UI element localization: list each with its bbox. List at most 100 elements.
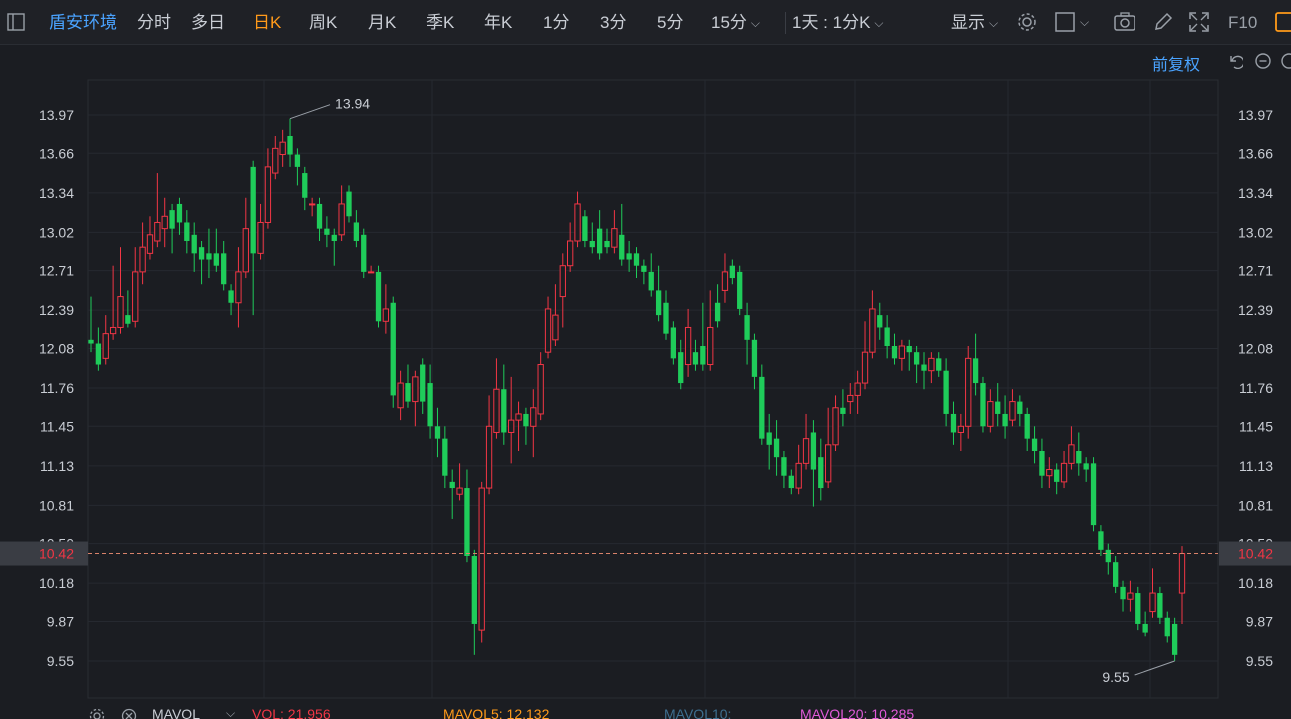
- candle-body-down: [1171, 623, 1178, 655]
- candle-body-down: [420, 364, 426, 402]
- candle-body-up: [1149, 592, 1156, 613]
- candle-body-up: [957, 425, 965, 433]
- candle-body-down: [663, 302, 669, 334]
- candle-body-up: [367, 271, 375, 274]
- candle-body-up: [1068, 444, 1075, 464]
- candle-body-up: [707, 326, 714, 366]
- price-tick-right: 11.13: [1239, 458, 1273, 474]
- high-marker-line: [289, 104, 331, 120]
- price-tick-right: 12.39: [1238, 302, 1273, 318]
- candle-body-up: [530, 407, 537, 427]
- candle-body-up: [898, 345, 906, 359]
- candle-body-down: [324, 228, 330, 235]
- candle-body-down: [737, 271, 743, 309]
- candle-body-down: [1090, 463, 1097, 526]
- candle-body-up: [308, 203, 316, 206]
- candle-body-down: [169, 210, 175, 229]
- candle-body-down: [877, 315, 883, 328]
- current-price-tag: 10.42: [39, 546, 74, 562]
- candle-body-down: [1017, 401, 1023, 414]
- price-tick-left: 10.81: [39, 497, 74, 513]
- candle-body-up: [508, 419, 515, 433]
- candle-body-down: [434, 426, 441, 439]
- mavol-label[interactable]: MAVOL: [152, 706, 200, 719]
- candle-body-down: [95, 343, 102, 365]
- candle-body-down: [619, 234, 625, 260]
- candle-body-up: [109, 326, 117, 335]
- candle-body-down: [1135, 593, 1141, 624]
- candle-body-down: [390, 302, 396, 396]
- candle-body-up: [485, 425, 493, 489]
- candle-body-down: [972, 358, 979, 384]
- candle-body-down: [700, 346, 706, 365]
- candle-body-up: [965, 357, 972, 427]
- candle-body-down: [191, 234, 197, 254]
- mavol10-value: MAVOL10:: [664, 706, 732, 719]
- price-tick-right: 9.55: [1246, 653, 1273, 669]
- candle-body-down: [744, 315, 750, 340]
- candle-body-down: [1113, 562, 1119, 587]
- candle-body-down: [714, 302, 721, 322]
- close-circle-icon[interactable]: [121, 708, 137, 719]
- candle-body-up: [154, 221, 161, 242]
- candle-body-up: [1127, 592, 1134, 600]
- candle-body-down: [1024, 413, 1030, 439]
- candle-body-down: [943, 370, 949, 414]
- candle-body-up: [544, 308, 552, 353]
- candle-body-down: [884, 327, 890, 346]
- candle-body-down: [294, 154, 301, 167]
- candle-body-up: [338, 203, 345, 236]
- candle-body-up: [235, 271, 242, 304]
- candle-body-up: [721, 271, 729, 291]
- candle-body-up: [272, 147, 279, 174]
- price-tick-left: 13.66: [39, 145, 74, 161]
- candle-body-up: [264, 166, 272, 223]
- price-tick-right: 13.66: [1238, 145, 1273, 161]
- price-tick-right: 13.34: [1238, 185, 1273, 201]
- candle-body-down: [1164, 617, 1170, 637]
- candle-body-up: [257, 221, 264, 254]
- price-axis-left: 13.97 13.66 13.34 13.02 12.71 12.39 12.08 11.76…: [39, 107, 74, 669]
- candle-body-up: [611, 228, 618, 248]
- candle-body-down: [604, 241, 610, 248]
- candle-body-up: [854, 382, 861, 396]
- candle-body-down: [198, 247, 205, 260]
- chevron-down-icon[interactable]: ⌵: [226, 706, 235, 719]
- candle-body-down: [840, 407, 846, 414]
- candle-body-up: [242, 228, 249, 273]
- candle-body-up: [825, 444, 832, 483]
- candle-body-down: [1157, 593, 1163, 618]
- price-tick-left: 13.97: [39, 107, 74, 123]
- candle-body-up: [537, 364, 544, 415]
- candle-body-down: [228, 290, 234, 303]
- candlestick-chart[interactable]: 13.97 13.66 13.34 13.02 12.71 12.39 12.08 11.76…: [0, 0, 1291, 719]
- candle-body-down: [331, 234, 337, 241]
- candle-body-down: [692, 352, 699, 365]
- candle-body-down: [287, 136, 293, 155]
- price-tick-right: 11.45: [1239, 418, 1273, 434]
- chart-grid: [87, 79, 1219, 699]
- candle-body-up: [1009, 401, 1016, 421]
- candle-body-down: [302, 173, 308, 198]
- candle-body-down: [759, 376, 765, 439]
- candle-body-down: [655, 290, 662, 316]
- candle-body-up: [574, 203, 581, 242]
- gear-icon[interactable]: [89, 708, 105, 719]
- extreme-markers: 10.42 10.42 13.94 9.55: [0, 96, 1291, 685]
- candle-body-up: [869, 308, 876, 353]
- price-tick-right: 12.71: [1238, 263, 1273, 279]
- candle-body-down: [1098, 531, 1104, 550]
- candle-body-down: [678, 352, 684, 384]
- candle-body-up: [1046, 469, 1053, 477]
- candle-body-up: [382, 308, 390, 322]
- candle-body-up: [478, 487, 485, 631]
- candle-body-down: [1031, 438, 1038, 451]
- price-tick-left: 13.02: [39, 224, 74, 240]
- candle-body-down: [670, 327, 677, 359]
- candle-body-up: [987, 401, 994, 427]
- candle-body-down: [906, 346, 912, 353]
- candle-body-up: [132, 271, 139, 322]
- candle-body-up: [861, 351, 869, 384]
- price-tick-right: 10.18: [1238, 575, 1273, 591]
- high-marker-label: 13.94: [335, 96, 370, 112]
